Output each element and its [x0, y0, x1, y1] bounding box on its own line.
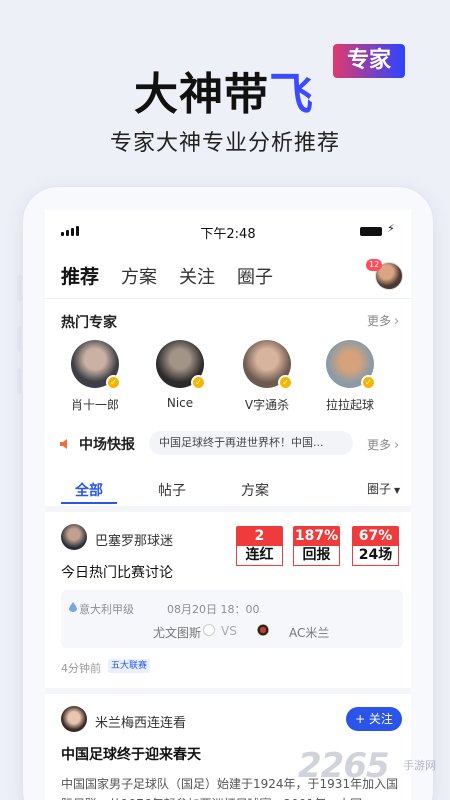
app-screen: 下午2:48 ⚡ 推荐 方案 关注 圈子 12 热门专家 更多 › ✓ 肖十一郎 …	[45, 210, 411, 800]
hero-badge: 专家	[333, 44, 405, 78]
match-vs: VS	[221, 624, 237, 638]
post-author-name[interactable]: 巴塞罗那球迷	[95, 530, 173, 549]
post-author-avatar[interactable]	[61, 524, 87, 550]
tab-recommend[interactable]: 推荐	[58, 262, 102, 289]
hot-experts-list: ✓ 肖十一郎 ✓ Nice ✓ V字通杀 ✓ 拉拉起球	[45, 340, 411, 420]
status-bar: 下午2:48 ⚡	[45, 210, 411, 250]
droplet-icon	[69, 602, 77, 612]
hot-experts-more[interactable]: 更多 ›	[367, 312, 399, 329]
stat-value: 187%	[293, 526, 340, 546]
tab-plans[interactable]: 方案	[121, 263, 157, 289]
stat-label: 24场	[352, 546, 399, 566]
home-team: 尤文图斯	[153, 626, 202, 640]
expert-name: 肖十一郎	[70, 398, 119, 412]
expert-card[interactable]: ✓ 肖十一郎	[53, 340, 137, 413]
expert-avatar: ✓	[326, 340, 376, 390]
divider	[45, 298, 411, 299]
hero-banner: 大神带飞 专家 专家大神专业分析推荐	[0, 0, 450, 180]
post-title[interactable]: 今日热门比赛讨论	[61, 562, 173, 582]
verified-icon: ✓	[191, 375, 206, 390]
expert-name: Nice	[166, 396, 194, 410]
hero-subtitle: 专家大神专业分析推荐	[109, 131, 340, 156]
tab-following[interactable]: 关注	[179, 263, 215, 289]
verified-icon: ✓	[278, 375, 293, 390]
post-title[interactable]: 中国足球终于迎来春天	[61, 744, 201, 764]
expert-avatar: ✓	[71, 340, 121, 390]
expert-card[interactable]: ✓ Nice	[138, 340, 222, 410]
speaker-icon	[60, 439, 67, 449]
active-tab-indicator	[61, 502, 117, 504]
flash-more[interactable]: 更多 ›	[367, 436, 399, 453]
feed-tab-all[interactable]: 全部	[75, 480, 103, 500]
flash-headline[interactable]: 中国足球终于再进世界杯！中国...	[149, 431, 353, 455]
watermark-logo: 2265	[298, 746, 390, 786]
verified-icon: ✓	[106, 375, 121, 390]
expert-name: V字通杀	[244, 398, 290, 412]
verified-icon: ✓	[361, 375, 376, 390]
stat-hitrate: 67% 24场	[352, 526, 399, 566]
post-author-avatar[interactable]	[61, 706, 87, 732]
top-tabs: 推荐 方案 关注 圈子	[58, 262, 273, 289]
stat-label: 连红	[236, 546, 283, 566]
chevron-right-icon: ›	[394, 438, 400, 453]
expert-avatar: ✓	[243, 340, 293, 390]
expert-avatar: ✓	[156, 340, 206, 390]
stat-value: 2	[236, 526, 283, 546]
expert-card[interactable]: ✓ 拉拉起球	[308, 340, 392, 413]
hot-experts-title: 热门专家	[61, 315, 117, 331]
feed-tab-posts[interactable]: 帖子	[158, 480, 186, 500]
follow-button[interactable]: + 关注	[346, 707, 402, 731]
post-time: 4分钟前	[61, 662, 101, 675]
flash-title: 中场快报	[79, 437, 135, 453]
feed-tab-plans[interactable]: 方案	[241, 480, 269, 500]
stat-return: 187% 回报	[293, 526, 340, 566]
stat-streak: 2 连红	[236, 526, 283, 566]
caret-down-icon: ▼	[394, 486, 401, 495]
stat-value: 67%	[352, 526, 399, 546]
battery-icon	[360, 227, 382, 236]
post-author-name[interactable]: 米兰梅西连连看	[95, 712, 186, 731]
section-separator	[45, 688, 411, 694]
chevron-right-icon: ›	[394, 314, 400, 329]
tab-circles[interactable]: 圈子	[237, 263, 273, 289]
charging-icon: ⚡	[387, 222, 395, 235]
expert-card[interactable]: ✓ V字通杀	[225, 340, 309, 413]
section-separator	[45, 506, 411, 512]
status-time: 下午2:48	[200, 227, 256, 242]
notification-badge: 12	[366, 259, 383, 271]
hero-title: 大神带飞	[134, 69, 314, 120]
home-team-logo	[203, 624, 215, 636]
post-tag[interactable]: 五大联赛	[108, 659, 151, 673]
circle-filter-dropdown[interactable]: 圈子 ▼	[367, 480, 400, 497]
match-card[interactable]: 意大利甲级 08月20日 18：00 尤文图斯 VS AC米兰	[61, 590, 403, 648]
match-league: 意大利甲级	[79, 603, 134, 616]
away-team-logo	[257, 624, 269, 636]
watermark-site: 手游网	[403, 759, 436, 772]
match-date: 08月20日 18：00	[167, 603, 260, 616]
away-team: AC米兰	[289, 626, 330, 640]
expert-name: 拉拉起球	[325, 398, 374, 412]
stat-label: 回报	[293, 546, 340, 566]
